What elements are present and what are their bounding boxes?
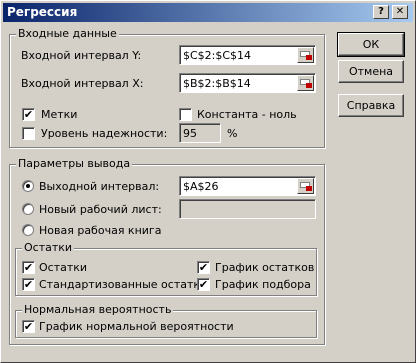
- output-range-collapse-icon[interactable]: [297, 178, 314, 194]
- standardized-residuals-label: Стандартизованные остатки: [39, 278, 208, 291]
- labels-checkbox[interactable]: ✔: [22, 108, 35, 121]
- close-button[interactable]: ✕: [392, 5, 408, 19]
- input-x-collapse-icon[interactable]: [297, 75, 314, 91]
- normal-probability-group-title: Нормальная вероятность: [22, 303, 174, 316]
- new-worksheet-label: Новый рабочий лист:: [39, 203, 162, 216]
- output-options-group-title: Параметры вывода: [16, 157, 133, 170]
- line-fit-plot-checkbox[interactable]: ✔: [197, 278, 210, 291]
- output-range-radio[interactable]: [22, 180, 34, 192]
- new-worksheet-field[interactable]: [179, 199, 316, 219]
- new-workbook-radio[interactable]: [22, 224, 34, 236]
- labels-checkbox-label: Метки: [41, 108, 78, 121]
- confidence-level-value: 95: [183, 127, 197, 140]
- help-title-button[interactable]: ?: [373, 5, 389, 19]
- standardized-residuals-checkbox[interactable]: ✔: [22, 278, 35, 291]
- dialog-title: Регрессия: [7, 5, 78, 19]
- residual-plot-checkbox[interactable]: ✔: [197, 261, 210, 274]
- input-x-range-field[interactable]: $B$2:$B$14: [179, 73, 316, 93]
- line-fit-plot-label: График подбора: [215, 278, 311, 291]
- normal-probability-plot-checkbox[interactable]: ✔: [22, 320, 35, 333]
- radio-selected-dot: [26, 184, 30, 188]
- input-y-collapse-icon[interactable]: [297, 47, 314, 63]
- percent-sign: %: [227, 127, 238, 140]
- input-y-label: Входной интервал Y:: [21, 49, 142, 62]
- constant-zero-label: Константа - ноль: [197, 108, 297, 121]
- normal-probability-plot-label: График нормальной вероятности: [39, 320, 234, 333]
- input-data-group-title: Входные данные: [16, 27, 119, 40]
- input-x-range-value: $B$2:$B$14: [183, 77, 251, 90]
- output-range-value: $A$26: [183, 180, 219, 193]
- output-range-field[interactable]: $A$26: [179, 176, 316, 196]
- constant-zero-checkbox[interactable]: [179, 108, 192, 121]
- new-worksheet-radio[interactable]: [22, 203, 34, 215]
- residuals-checkbox[interactable]: ✔: [22, 261, 35, 274]
- help-button[interactable]: Справка: [338, 94, 404, 117]
- input-y-range-value: $C$2:$C$14: [183, 49, 252, 62]
- confidence-level-field[interactable]: 95: [179, 123, 221, 143]
- input-x-label: Входной интервал X:: [21, 77, 144, 90]
- confidence-level-label: Уровень надежности:: [41, 127, 168, 140]
- regression-dialog: Регрессия ? ✕ Входные данные Входной инт…: [0, 0, 416, 363]
- title-bar[interactable]: Регрессия ? ✕: [3, 3, 413, 22]
- cancel-button[interactable]: Отмена: [338, 60, 404, 83]
- confidence-level-checkbox[interactable]: [22, 127, 35, 140]
- output-range-label: Выходной интервал:: [39, 180, 160, 193]
- new-workbook-label: Новая рабочая книга: [39, 224, 162, 237]
- input-y-range-field[interactable]: $C$2:$C$14: [179, 45, 316, 65]
- residuals-label: Остатки: [39, 261, 88, 274]
- residual-plot-label: График остатков: [215, 261, 315, 274]
- ok-button[interactable]: ОК: [337, 32, 405, 57]
- residuals-group-title: Остатки: [22, 241, 75, 254]
